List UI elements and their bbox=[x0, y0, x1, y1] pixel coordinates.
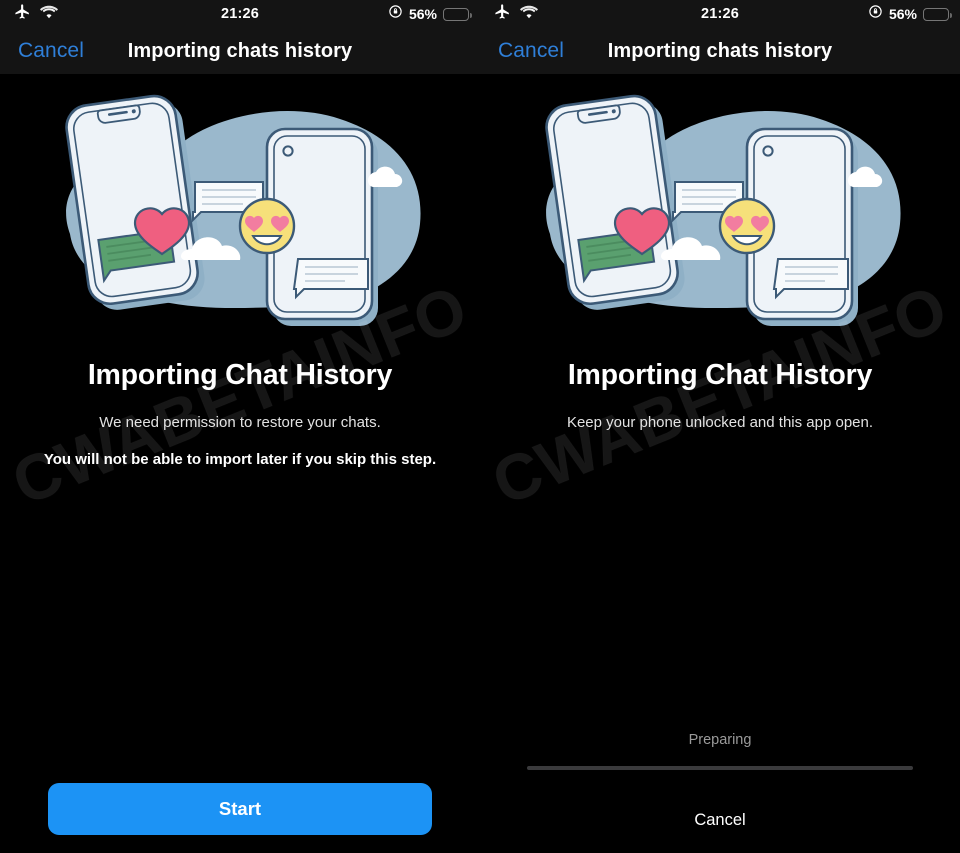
status-bar-left: 21:26 56% bbox=[0, 0, 480, 28]
nav-title: Importing chats history bbox=[127, 39, 353, 62]
right-phone-panel: 21:26 56% Cancel Importing chats history bbox=[480, 0, 960, 853]
nav-bar-left: Cancel Importing chats history bbox=[0, 28, 480, 74]
progress-status-label: Preparing bbox=[688, 732, 752, 748]
two-phones-illustration-svg bbox=[65, 94, 421, 326]
rotation-lock-icon bbox=[868, 4, 883, 24]
two-phones-illustration-svg bbox=[545, 94, 901, 326]
start-button[interactable]: Start bbox=[48, 783, 432, 835]
page-warning-text: You will not be able to import later if … bbox=[43, 451, 437, 468]
right-panel-body: Importing Chat History Keep your phone u… bbox=[480, 84, 960, 853]
screenshot-root: 21:26 56% Cancel Importing chats history bbox=[0, 0, 960, 853]
battery-icon bbox=[443, 7, 472, 21]
battery-percent-label: 56% bbox=[888, 6, 917, 22]
illustration-right bbox=[480, 84, 960, 339]
progress-bar-track bbox=[527, 766, 913, 770]
battery-percent-label: 56% bbox=[408, 6, 437, 22]
page-subtitle: Keep your phone unlocked and this app op… bbox=[566, 414, 874, 431]
rotation-lock-icon bbox=[388, 4, 403, 24]
left-phone-panel: 21:26 56% Cancel Importing chats history bbox=[0, 0, 480, 853]
import-progress: Preparing bbox=[527, 732, 913, 770]
status-bar-right: 21:26 56% bbox=[480, 0, 960, 28]
heart-eyes-emoji-icon bbox=[238, 197, 296, 255]
status-bar-right-icons: 56% bbox=[388, 0, 472, 28]
heart-eyes-emoji-icon bbox=[718, 197, 776, 255]
left-panel-body: Importing Chat History We need permissio… bbox=[0, 84, 480, 853]
battery-icon bbox=[923, 7, 952, 21]
nav-bar-right: Cancel Importing chats history bbox=[480, 28, 960, 74]
illustration-left bbox=[0, 84, 480, 339]
status-bar-right-right-icons: 56% bbox=[868, 0, 952, 28]
page-subtitle: We need permission to restore your chats… bbox=[99, 414, 381, 431]
page-headline: Importing Chat History bbox=[87, 359, 393, 391]
page-headline: Importing Chat History bbox=[567, 359, 873, 391]
cancel-import-button[interactable]: Cancel bbox=[480, 811, 960, 830]
nav-title: Importing chats history bbox=[607, 39, 833, 62]
